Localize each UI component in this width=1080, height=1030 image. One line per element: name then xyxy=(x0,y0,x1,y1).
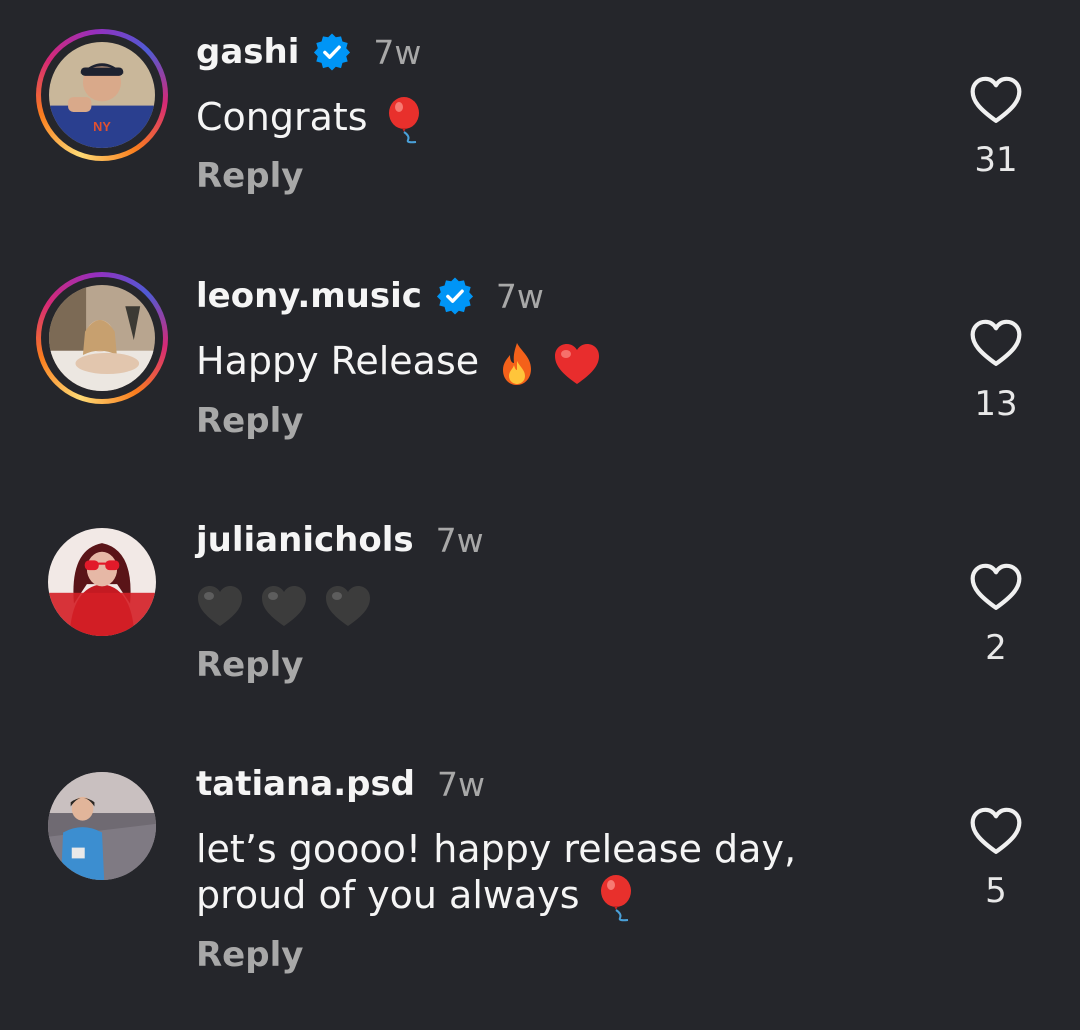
reply-button[interactable]: Reply xyxy=(196,156,303,196)
username[interactable]: julianichols xyxy=(196,520,414,560)
reply-button[interactable]: Reply xyxy=(196,401,303,441)
heart-icon[interactable] xyxy=(968,804,1024,860)
username[interactable]: leony.music xyxy=(196,276,422,316)
reply-button[interactable]: Reply xyxy=(196,935,303,975)
svg-text:NY: NY xyxy=(93,119,111,134)
heart-icon[interactable] xyxy=(968,316,1024,372)
comment-text-line: proud of you always xyxy=(196,872,796,922)
comment-text: let’s goooo! happy release day, proud of… xyxy=(196,826,796,922)
balloon-icon xyxy=(386,96,426,144)
fire-icon xyxy=(497,341,537,387)
heart-icon[interactable] xyxy=(968,560,1024,616)
red-heart-icon xyxy=(553,342,601,386)
avatar-wrap[interactable] xyxy=(36,516,168,648)
avatar xyxy=(48,772,156,880)
username[interactable]: gashi xyxy=(196,32,299,72)
heart-icon[interactable] xyxy=(968,73,1024,129)
timestamp: 7w xyxy=(373,32,422,72)
comment-text: Happy Release xyxy=(196,338,601,387)
verified-badge-icon xyxy=(313,33,351,71)
avatar: NY xyxy=(49,42,155,148)
like-count: 2 xyxy=(985,628,1007,668)
username[interactable]: tatiana.psd xyxy=(196,764,415,804)
timestamp: 7w xyxy=(495,276,544,316)
reply-button[interactable]: Reply xyxy=(196,645,303,685)
timestamp: 7w xyxy=(435,520,484,560)
avatar xyxy=(48,528,156,636)
balloon-icon xyxy=(598,874,638,922)
like-count: 13 xyxy=(974,384,1018,424)
avatar-story-ring[interactable]: NY xyxy=(36,29,168,161)
avatar-story-ring[interactable] xyxy=(36,272,168,404)
black-heart-icon xyxy=(260,584,308,628)
timestamp: 7w xyxy=(437,764,486,804)
avatar-wrap[interactable] xyxy=(36,760,168,892)
avatar xyxy=(49,285,155,391)
comment-text-line: let’s goooo! happy release day, xyxy=(196,827,797,871)
black-heart-icon xyxy=(324,584,372,628)
black-heart-icon xyxy=(196,584,244,628)
like-count: 31 xyxy=(974,140,1018,180)
comment-text xyxy=(196,580,372,628)
like-count: 5 xyxy=(985,871,1007,911)
verified-badge-icon xyxy=(436,277,474,315)
comment-text: Congrats xyxy=(196,94,426,144)
